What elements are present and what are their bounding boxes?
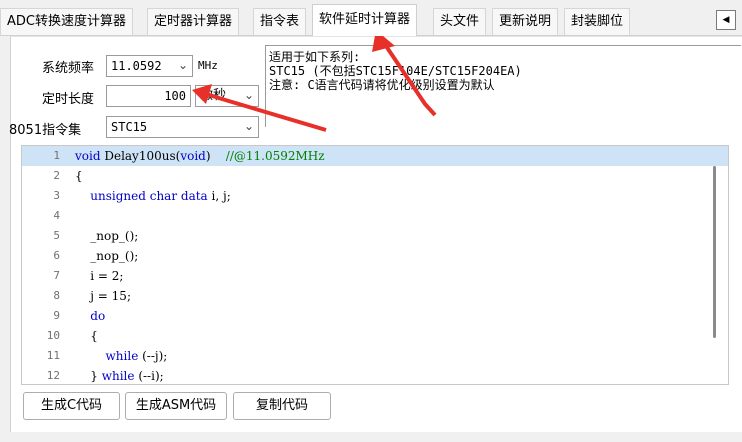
generate-c-code-button[interactable]: 生成C代码 — [23, 392, 120, 420]
tab-header-files[interactable]: 头文件 — [433, 8, 487, 36]
code-line[interactable]: 7 i = 2; — [22, 266, 728, 286]
code-text: j = 15; — [75, 286, 131, 306]
code-token: } — [90, 369, 102, 383]
code-token: Delay100us( — [100, 149, 181, 163]
instruction-set-combo[interactable]: STC15 ⌄ — [106, 116, 259, 138]
line-number: 9 — [53, 309, 60, 322]
tab-package-pins[interactable]: 封装脚位 — [564, 8, 631, 36]
tab-bar: ADC转换速度计算器 定时器计算器 指令表 软件延时计算器 头文件 更新说明 封… — [0, 0, 742, 36]
code-token: _nop_(); — [90, 249, 139, 263]
delay-unit-value: 微秒 — [200, 88, 227, 103]
tab-software-delay-calculator[interactable]: 软件延时计算器 — [312, 4, 418, 36]
code-line[interactable]: 8 j = 15; — [22, 286, 728, 306]
code-text: _nop_(); — [75, 246, 138, 266]
code-line[interactable]: 5 _nop_(); — [22, 226, 728, 246]
line-number: 8 — [53, 289, 60, 302]
code-keyword: void — [180, 149, 206, 163]
code-editor[interactable]: 1 void Delay100us(void) //@11.0592MHz 2{3 … — [21, 145, 729, 385]
line-number: 4 — [53, 209, 60, 222]
code-text: unsigned char data i, j; — [75, 186, 231, 206]
app-window: ADC转换速度计算器 定时器计算器 指令表 软件延时计算器 头文件 更新说明 封… — [0, 0, 742, 442]
code-line[interactable]: 6 _nop_(); — [22, 246, 728, 266]
code-text: _nop_(); — [75, 226, 138, 246]
code-text: void Delay100us(void) //@11.0592MHz — [75, 146, 325, 166]
code-line[interactable]: 2{ — [22, 166, 728, 186]
code-keyword: void — [75, 149, 101, 163]
line-number: 1 — [53, 149, 60, 162]
system-frequency-combo[interactable]: 11.0592 ⌄ — [106, 55, 193, 77]
code-token: i, j; — [207, 189, 231, 203]
code-token: { — [90, 329, 98, 343]
info-line-series: STC15 (不包括STC15F104E/STC15F204EA) — [269, 64, 522, 78]
line-number: 7 — [53, 269, 60, 282]
code-keyword: while — [105, 349, 139, 363]
code-token: i = 2; — [90, 269, 124, 283]
line-number: 10 — [46, 329, 60, 342]
left-arrow-icon[interactable]: ◀ — [716, 10, 736, 30]
delay-length-input[interactable]: 100 — [106, 85, 191, 107]
code-line[interactable]: 4 — [22, 206, 728, 226]
line-number: 12 — [46, 369, 60, 382]
line-number: 11 — [46, 349, 60, 362]
instruction-set-label: 8051指令集 — [9, 123, 82, 138]
vertical-scrollbar[interactable] — [713, 166, 716, 338]
chevron-down-icon[interactable]: ⌄ — [244, 85, 254, 105]
line-number: 5 — [53, 229, 60, 242]
tab-timer-calculator[interactable]: 定时器计算器 — [147, 8, 240, 36]
instruction-set-value: STC15 — [111, 120, 148, 134]
system-frequency-label: 系统频率 — [42, 61, 95, 76]
code-text: { — [75, 326, 98, 346]
chevron-down-icon[interactable]: ⌄ — [178, 55, 188, 75]
code-line[interactable]: 9 do — [22, 306, 728, 326]
code-comment: //@11.0592MHz — [225, 149, 325, 163]
delay-length-label: 定时长度 — [42, 92, 95, 107]
code-keyword: unsigned char data — [90, 189, 208, 203]
chevron-down-icon[interactable]: ⌄ — [244, 116, 254, 136]
code-line[interactable]: 10 { — [22, 326, 728, 346]
code-token: (--j); — [138, 349, 168, 363]
line-number: 2 — [53, 169, 60, 182]
info-line-note: 注意: C语言代码请将优化级别设置为默认 — [269, 78, 495, 92]
code-keyword: do — [90, 309, 106, 323]
tab-instruction-table[interactable]: 指令表 — [253, 8, 307, 36]
tab-adc-calculator[interactable]: ADC转换速度计算器 — [0, 8, 133, 36]
code-line[interactable]: 1 void Delay100us(void) //@11.0592MHz — [22, 146, 728, 166]
system-frequency-value: 11.0592 — [111, 59, 162, 73]
code-keyword: while — [101, 369, 135, 383]
code-token: ) — [205, 149, 226, 163]
generate-asm-code-button[interactable]: 生成ASM代码 — [125, 392, 227, 420]
code-text: i = 2; — [75, 266, 123, 286]
delay-unit-combo[interactable]: 微秒 ⌄ — [195, 85, 259, 107]
code-line[interactable]: 11 while (--j); — [22, 346, 728, 366]
code-line[interactable]: 12 } while (--i); — [22, 366, 728, 384]
frequency-unit-label: MHz — [198, 59, 218, 72]
info-box: 适用于如下系列: STC15 (不包括STC15F104E/STC15F204E… — [265, 45, 741, 127]
code-text: while (--j); — [75, 346, 168, 366]
code-token: _nop_(); — [90, 229, 139, 243]
code-text: { — [75, 166, 83, 186]
info-line-series-title: 适用于如下系列: — [269, 50, 361, 64]
code-token: (--i); — [134, 369, 164, 383]
code-token: j = 15; — [90, 289, 131, 303]
copy-code-button[interactable]: 复制代码 — [233, 392, 331, 420]
line-number: 6 — [53, 249, 60, 262]
code-text: do — [75, 306, 105, 326]
code-line[interactable]: 3 unsigned char data i, j; — [22, 186, 728, 206]
line-number: 3 — [53, 189, 60, 202]
tab-update-notes[interactable]: 更新说明 — [492, 8, 559, 36]
code-token: { — [75, 169, 83, 183]
code-text: } while (--i); — [75, 366, 164, 384]
